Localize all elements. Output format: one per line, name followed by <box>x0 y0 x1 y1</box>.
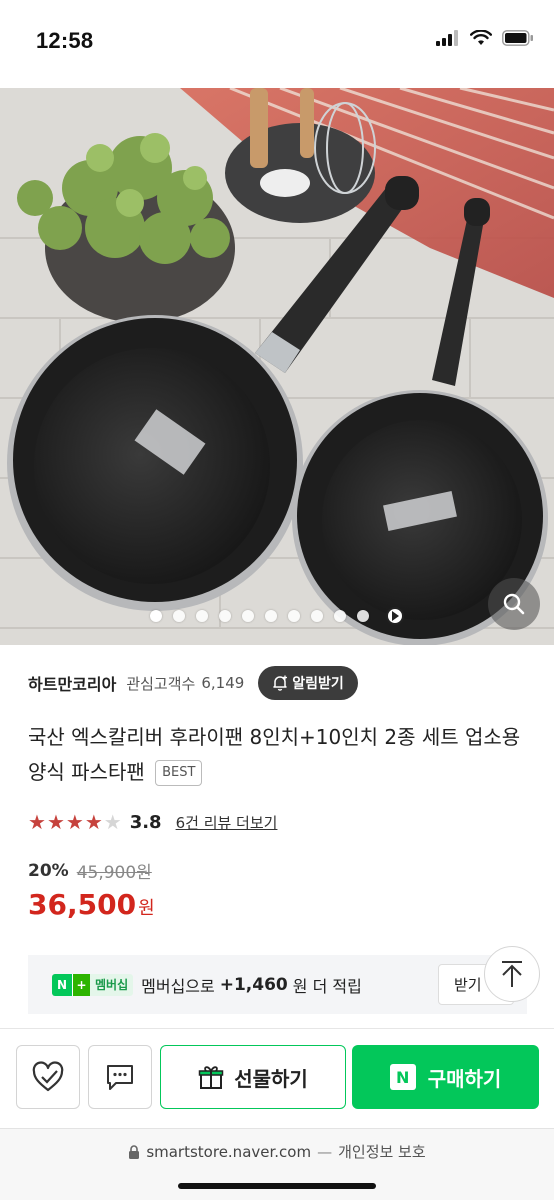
rating-value: 3.8 <box>129 811 162 833</box>
np-n: N <box>52 973 72 996</box>
store-name[interactable]: 하트만코리아 <box>28 671 116 695</box>
store-row: 하트만코리아 관심고객수 6,149 알림받기 <box>28 664 528 702</box>
alarm-label: 알림받기 <box>292 676 344 692</box>
pagination-dot[interactable] <box>265 610 277 622</box>
price-row: 36,500 원 <box>28 888 155 921</box>
membership-bar: N + 멤버십 멤버십으로 +1,460 원 더 적립 받기 <box>28 955 527 1014</box>
url-domain: smartstore.naver.com <box>146 1142 312 1161</box>
pagination-dot[interactable] <box>334 610 346 622</box>
wifi-icon <box>470 29 492 50</box>
membership-points: +1,460 <box>219 974 288 995</box>
lock-icon <box>129 1144 140 1159</box>
naver-pay-n-icon: N <box>389 1064 416 1090</box>
membership-tail: 원 더 적립 <box>292 976 362 996</box>
home-indicator <box>178 1183 376 1189</box>
scroll-top-button[interactable] <box>484 946 540 1002</box>
best-badge: BEST <box>155 760 203 786</box>
star-filled-icon: ★ <box>84 810 103 834</box>
pagination-dot[interactable] <box>150 610 162 622</box>
wishlist-button[interactable] <box>16 1045 80 1109</box>
star-empty-icon: ★ <box>103 810 122 834</box>
original-price: 45,900원 <box>76 863 152 883</box>
pagination-dot[interactable] <box>311 610 323 622</box>
pagination-dot[interactable] <box>242 610 254 622</box>
product-title: 국산 엑스칼리버 후라이팬 8인치+10인치 2종 세트 업소용 양식 파스타팬 <box>28 725 521 784</box>
zoom-button[interactable] <box>488 578 540 630</box>
discount-row: 20% 45,900원 <box>28 858 152 884</box>
status-icons <box>436 29 534 50</box>
bottom-action-bar: 선물하기 N 구매하기 <box>0 1028 554 1128</box>
alarm-subscribe-button[interactable]: 알림받기 <box>258 666 358 700</box>
search-icon <box>503 593 525 615</box>
heart-check-icon <box>32 1061 64 1092</box>
rating-stars: ★ ★ ★ ★ ★ <box>28 812 122 832</box>
pagination-dot[interactable] <box>357 610 369 622</box>
status-bar: 12:58 <box>0 0 554 88</box>
pagination-dot[interactable] <box>219 610 231 622</box>
privacy-label: 개인정보 보호 <box>338 1143 426 1161</box>
interest-count: 6,149 <box>201 674 245 692</box>
np-plus: + <box>72 973 90 996</box>
product-image[interactable] <box>0 88 554 645</box>
review-link[interactable]: 6건 리뷰 더보기 <box>176 812 278 833</box>
star-filled-icon: ★ <box>65 810 84 834</box>
star-filled-icon: ★ <box>28 810 46 834</box>
product-title-block: 국산 엑스칼리버 후라이팬 8인치+10인치 2종 세트 업소용 양식 파스타팬… <box>28 720 538 790</box>
url-separator: — <box>317 1142 333 1161</box>
buy-label: 구매하기 <box>427 1066 502 1091</box>
price-unit: 원 <box>138 898 155 919</box>
gift-label: 선물하기 <box>234 1066 308 1091</box>
chat-bubble-icon <box>107 1065 133 1090</box>
video-play-button[interactable] <box>386 607 404 625</box>
gift-button[interactable]: 선물하기 <box>160 1045 346 1109</box>
battery-icon <box>502 30 534 50</box>
star-filled-icon: ★ <box>46 810 65 834</box>
url-line: smartstore.naver.com — 개인정보 보호 <box>0 1141 554 1162</box>
talk-button[interactable] <box>88 1045 152 1109</box>
sale-price: 36,500 <box>28 888 137 921</box>
pagination-dot[interactable] <box>196 610 208 622</box>
gallery-pagination <box>0 606 554 626</box>
arrow-up-icon <box>502 961 522 987</box>
naver-plus-badge: N + 멤버십 <box>52 973 134 996</box>
bell-plus-icon <box>273 675 288 691</box>
buy-button[interactable]: N 구매하기 <box>352 1045 539 1109</box>
pagination-dot[interactable] <box>288 610 300 622</box>
play-icon <box>392 611 399 621</box>
status-time: 12:58 <box>36 28 94 53</box>
cellular-signal-icon <box>436 30 460 50</box>
pagination-dot[interactable] <box>173 610 185 622</box>
np-text: 멤버십 <box>90 973 134 996</box>
membership-text: 멤버십으로 <box>141 976 215 996</box>
interest-label: 관심고객수 <box>126 674 196 693</box>
rating-row: ★ ★ ★ ★ ★ 3.8 6건 리뷰 더보기 <box>28 808 277 836</box>
gift-icon <box>198 1066 224 1089</box>
discount-rate: 20% <box>28 860 69 881</box>
browser-url-bar[interactable]: smartstore.naver.com — 개인정보 보호 <box>0 1128 554 1200</box>
